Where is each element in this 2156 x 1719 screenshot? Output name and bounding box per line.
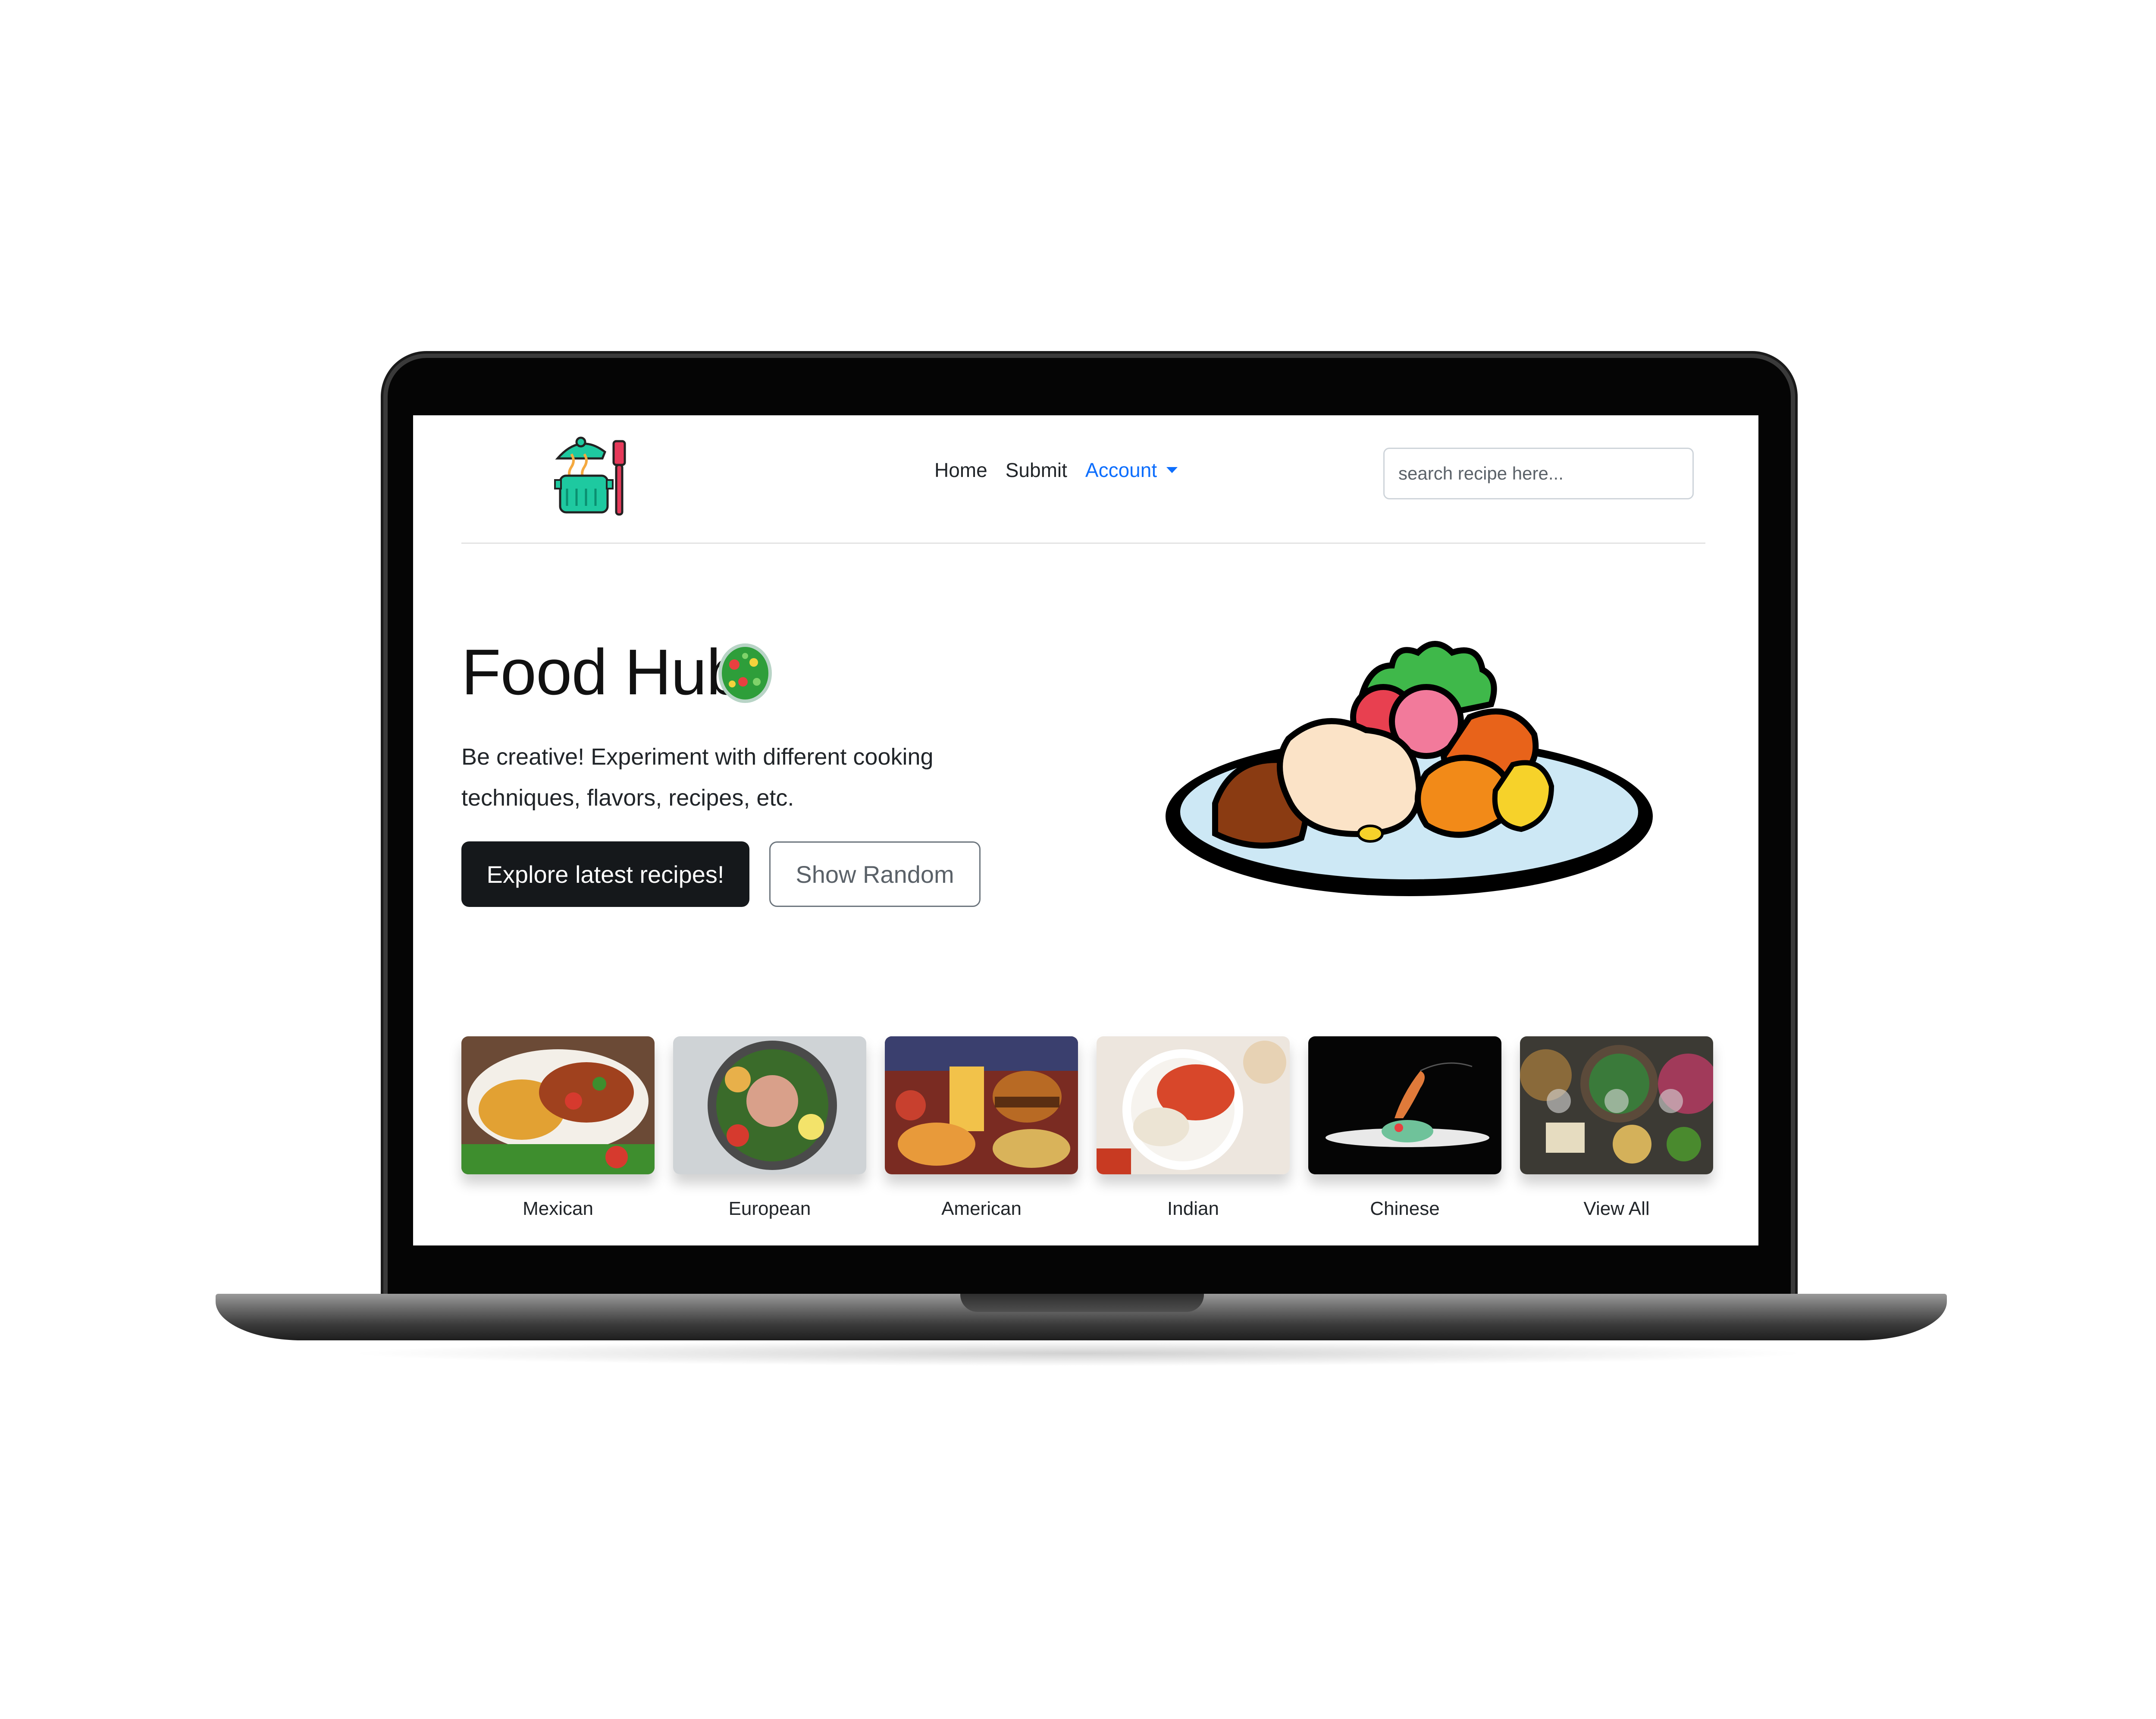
nav-account-dropdown[interactable]: Account [1085,458,1178,482]
laptop-notch [960,1294,1204,1312]
category-label: View All [1583,1198,1650,1219]
laptop-shadow [345,1340,1811,1366]
category-list: Mexican European American Indian Chinese [461,1036,1713,1220]
category-card-mexican[interactable]: Mexican [461,1036,655,1220]
category-card-american[interactable]: American [885,1036,1078,1220]
browser-viewport: Home Submit Account Food Hub Be creative… [413,415,1758,1245]
category-thumbnail [461,1036,655,1174]
category-label: American [941,1198,1022,1219]
food-plate-illustration [1166,641,1653,896]
account-label: Account [1085,459,1157,481]
category-card-chinese[interactable]: Chinese [1308,1036,1501,1220]
page-title: Food Hub [461,636,743,708]
hero-description: Be creative! Experiment with different c… [461,744,934,811]
category-card-european[interactable]: European [673,1036,866,1220]
nav-home-link[interactable]: Home [934,458,987,482]
cooking-pot-logo-icon[interactable] [554,428,627,519]
explore-recipes-button[interactable]: Explore latest recipes! [461,841,749,907]
category-card-view-all[interactable]: View All [1520,1036,1713,1220]
nav-links: Home Submit Account [934,458,1178,482]
search-input[interactable] [1383,448,1694,499]
category-label: European [728,1198,811,1219]
chevron-down-icon [1166,467,1178,473]
show-random-button[interactable]: Show Random [769,841,981,907]
category-thumbnail [1308,1036,1501,1174]
category-thumbnail [1097,1036,1290,1174]
nav-submit-link[interactable]: Submit [1006,458,1067,482]
category-label: Mexican [523,1198,593,1219]
salad-bowl-icon [718,643,772,703]
category-thumbnail [1520,1036,1713,1174]
category-label: Indian [1167,1198,1219,1219]
category-thumbnail [885,1036,1078,1174]
navbar: Home Submit Account [461,415,1705,544]
category-card-indian[interactable]: Indian [1097,1036,1290,1220]
category-thumbnail [673,1036,866,1174]
category-label: Chinese [1370,1198,1440,1219]
